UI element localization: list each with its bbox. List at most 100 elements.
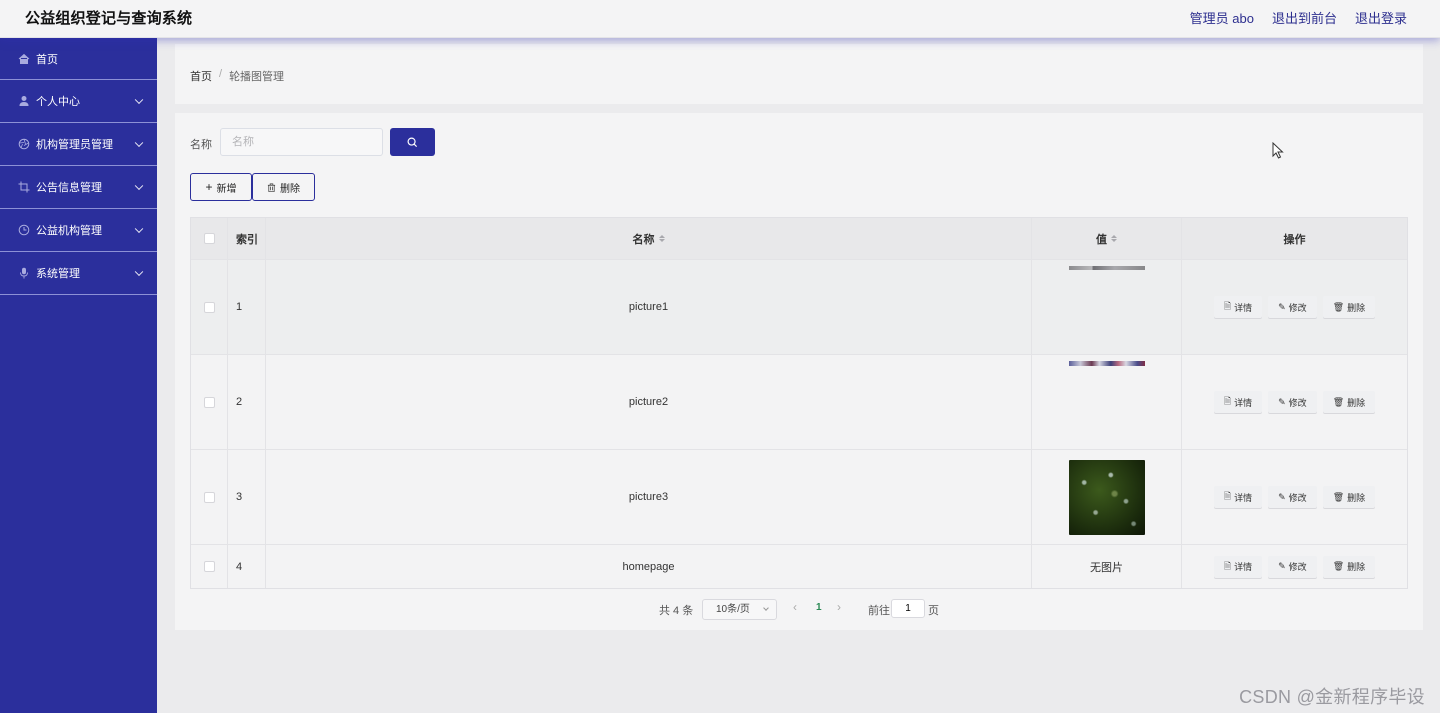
detail-label: 详情	[1234, 492, 1253, 503]
header-index: 索引	[228, 218, 266, 259]
sidebar-item-label: 机构管理员管理	[36, 139, 113, 151]
batch-delete-button[interactable]: 删除	[252, 173, 315, 201]
pencil-icon: ✎	[1278, 396, 1286, 407]
sidebar-item-personal-center[interactable]: 个人中心	[0, 80, 157, 123]
detail-button[interactable]: 🗎 详情	[1213, 296, 1263, 318]
breadcrumb-home[interactable]: 首页	[190, 68, 212, 84]
row-actions: 🗎 详情 ✎ 修改 🗑 删除	[1182, 355, 1407, 449]
chevron-down-icon	[763, 605, 769, 611]
table-row: 3 picture3 🗎 详情 ✎ 修改 🗑 删除	[191, 450, 1407, 545]
edit-button[interactable]: ✎ 修改	[1268, 296, 1317, 318]
sort-icon[interactable]	[1111, 235, 1117, 242]
sort-icon[interactable]	[658, 235, 665, 242]
chevron-down-icon	[134, 267, 144, 277]
crop-icon	[18, 181, 30, 193]
row-checkbox[interactable]	[203, 561, 215, 572]
header-value[interactable]: 值	[1032, 218, 1182, 259]
delete-button[interactable]: 🗑 删除	[1322, 391, 1376, 413]
detail-button[interactable]: 🗎 详情	[1213, 486, 1263, 508]
header-name-label: 名称	[632, 233, 655, 246]
row-check-cell	[191, 355, 228, 449]
sidebar-item-org[interactable]: 公益机构管理	[0, 209, 157, 252]
row-name: picture3	[266, 450, 1032, 544]
chevron-down-icon	[134, 95, 144, 105]
detail-button[interactable]: 🗎 详情	[1213, 555, 1263, 578]
trash-icon: 🗑	[1332, 491, 1345, 502]
pencil-icon: ✎	[1278, 301, 1286, 312]
header-name[interactable]: 名称	[266, 218, 1032, 259]
search-label: 名称	[190, 139, 212, 151]
page-number-current[interactable]: 1	[816, 602, 822, 613]
search-button[interactable]	[390, 128, 435, 156]
prev-page-button[interactable]: ‹	[793, 600, 797, 614]
delete-button[interactable]: 🗑 删除	[1322, 486, 1376, 508]
row-value-text: 无图片	[1032, 545, 1182, 588]
delete-button-label: 删除	[280, 183, 300, 195]
row-index: 2	[228, 355, 266, 449]
watermark: CSDN @金新程序毕设	[1239, 687, 1425, 707]
row-checkbox[interactable]	[203, 491, 215, 503]
pagination: 共 4 条 10条/页 ‹ 1 › 前往 页	[175, 598, 1423, 622]
edit-label: 修改	[1288, 562, 1307, 572]
row-name: picture2	[266, 355, 1032, 449]
sidebar-item-home[interactable]: 首页	[0, 38, 157, 80]
breadcrumb-current: 轮播图管理	[229, 71, 285, 83]
thumbnail-image	[1068, 459, 1145, 535]
chevron-down-icon	[134, 181, 144, 191]
trash-icon: 🗑	[1332, 561, 1345, 571]
row-check-cell	[191, 450, 228, 544]
pencil-icon: ✎	[1278, 561, 1286, 571]
row-index: 4	[228, 545, 266, 588]
delete-label: 删除	[1347, 397, 1366, 408]
sidebar-item-org-admin[interactable]: 机构管理员管理	[0, 123, 157, 166]
detail-label: 详情	[1234, 302, 1253, 313]
row-index: 3	[228, 450, 266, 544]
search-input[interactable]	[220, 128, 383, 156]
aperture-icon	[18, 138, 30, 150]
add-button-label: 新增	[216, 183, 237, 195]
row-value-cell	[1032, 260, 1182, 354]
edit-button[interactable]: ✎ 修改	[1268, 391, 1317, 413]
microphone-icon	[18, 267, 30, 279]
breadcrumb-separator: /	[219, 68, 223, 80]
sidebar-item-label: 首页	[36, 53, 58, 66]
sidebar-item-system[interactable]: 系统管理	[0, 252, 157, 295]
row-actions: 🗎 详情 ✎ 修改 🗑 删除	[1182, 260, 1407, 354]
add-button[interactable]: + 新增	[190, 173, 252, 201]
app-title: 公益组织登记与查询系统	[25, 10, 193, 27]
edit-button[interactable]: ✎ 修改	[1268, 486, 1317, 508]
logout-link[interactable]: 退出登录	[1355, 8, 1407, 27]
edit-label: 修改	[1288, 302, 1307, 313]
sidebar-item-notice[interactable]: 公告信息管理	[0, 166, 157, 209]
next-page-button[interactable]: ›	[837, 600, 841, 614]
header-ops: 操作	[1283, 233, 1306, 246]
document-icon: 🗎	[1223, 560, 1232, 571]
admin-user-link[interactable]: 管理员 abo	[1190, 8, 1254, 27]
plus-icon: +	[205, 180, 213, 194]
goto-page-input[interactable]	[891, 599, 925, 618]
page-suffix: 页	[928, 605, 939, 617]
edit-button[interactable]: ✎ 修改	[1268, 555, 1317, 578]
select-all-checkbox[interactable]	[203, 233, 215, 244]
edit-label: 修改	[1288, 397, 1307, 408]
row-value-cell	[1032, 355, 1182, 449]
user-icon	[18, 95, 30, 107]
page-size-value: 10条/页	[716, 604, 750, 615]
page-size-select[interactable]: 10条/页	[702, 599, 777, 620]
trash-icon	[267, 183, 276, 192]
top-header: 公益组织登记与查询系统 管理员 abo 退出到前台 退出登录	[0, 0, 1440, 38]
detail-button[interactable]: 🗎 详情	[1213, 391, 1263, 413]
back-to-front-link[interactable]: 退出到前台	[1272, 8, 1337, 27]
delete-label: 删除	[1347, 492, 1366, 503]
delete-label: 删除	[1347, 562, 1366, 572]
delete-button[interactable]: 🗑 删除	[1322, 555, 1376, 578]
row-checkbox[interactable]	[203, 396, 215, 408]
row-check-cell	[191, 545, 228, 588]
breadcrumb-panel: 首页 / 轮播图管理	[175, 44, 1423, 104]
thumbnail-image	[1069, 266, 1145, 270]
row-checkbox[interactable]	[203, 301, 215, 313]
search-icon	[407, 137, 418, 147]
document-icon: 🗎	[1223, 396, 1232, 406]
row-value-cell	[1032, 450, 1182, 544]
delete-button[interactable]: 🗑 删除	[1322, 296, 1376, 318]
